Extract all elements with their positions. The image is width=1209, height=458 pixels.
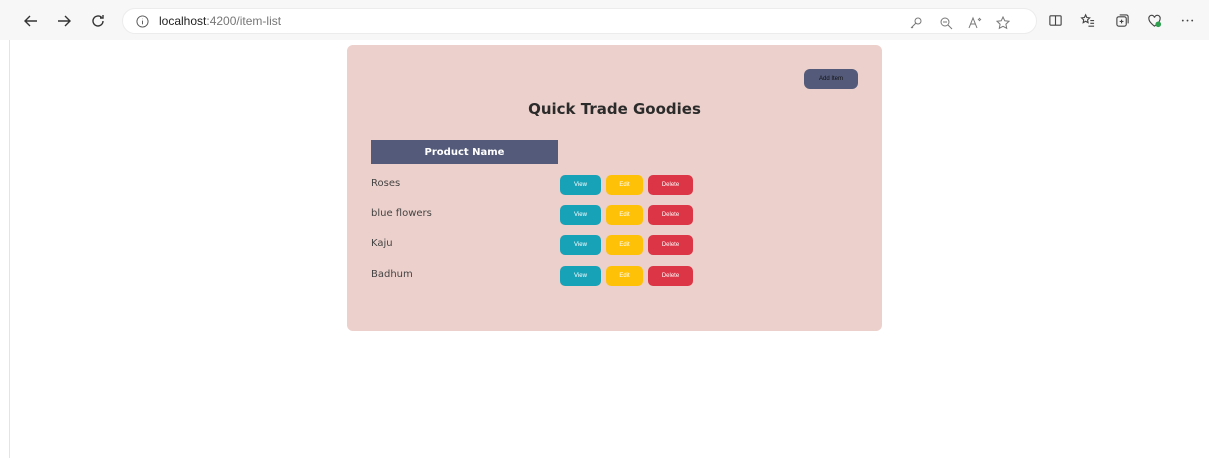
product-name: Badhum	[371, 269, 413, 280]
view-button[interactable]: View	[560, 266, 601, 286]
delete-button[interactable]: Delete	[648, 235, 693, 255]
zoom-icon[interactable]	[939, 16, 953, 30]
page-title: Quick Trade Goodies	[528, 100, 701, 118]
url-text: localhost:4200/item-list	[159, 14, 281, 28]
product-name: Kaju	[371, 238, 393, 249]
browser-toolbar: localhost:4200/item-list	[0, 0, 1209, 40]
delete-button[interactable]: Delete	[648, 266, 693, 286]
table-row: Kaju View Edit Delete	[347, 235, 882, 255]
key-icon[interactable]	[909, 16, 923, 30]
collections-icon[interactable]	[1113, 11, 1131, 29]
edit-button[interactable]: Edit	[606, 175, 643, 195]
product-name: blue flowers	[371, 208, 432, 219]
refresh-icon[interactable]	[87, 10, 109, 32]
add-item-button[interactable]: Add Item	[804, 69, 858, 89]
edit-button[interactable]: Edit	[606, 235, 643, 255]
table-row: Roses View Edit Delete	[347, 175, 882, 195]
url-host: localhost	[159, 14, 207, 28]
item-list-card: Add Item Quick Trade Goodies Product Nam…	[347, 45, 882, 331]
view-button[interactable]: View	[560, 205, 601, 225]
page-viewport: Add Item Quick Trade Goodies Product Nam…	[9, 40, 1209, 458]
table-row: Badhum View Edit Delete	[347, 266, 882, 286]
edit-button[interactable]: Edit	[606, 266, 643, 286]
more-options-icon[interactable]	[1178, 11, 1196, 29]
view-button[interactable]: View	[560, 175, 601, 195]
info-icon[interactable]	[135, 14, 149, 28]
address-bar[interactable]: localhost:4200/item-list	[122, 8, 1037, 34]
split-screen-icon[interactable]	[1046, 11, 1064, 29]
back-icon[interactable]	[20, 10, 42, 32]
browser-essentials-icon[interactable]	[1145, 11, 1163, 29]
url-path: :4200/item-list	[206, 14, 282, 28]
view-button[interactable]: View	[560, 235, 601, 255]
edit-button[interactable]: Edit	[606, 205, 643, 225]
read-aloud-icon[interactable]	[968, 16, 982, 30]
forward-icon[interactable]	[53, 10, 75, 32]
table-row: blue flowers View Edit Delete	[347, 205, 882, 225]
favorite-star-icon[interactable]	[995, 15, 1011, 30]
delete-button[interactable]: Delete	[648, 205, 693, 225]
delete-button[interactable]: Delete	[648, 175, 693, 195]
favorites-icon[interactable]	[1078, 11, 1096, 29]
product-name-header: Product Name	[371, 140, 558, 164]
product-name: Roses	[371, 178, 401, 189]
